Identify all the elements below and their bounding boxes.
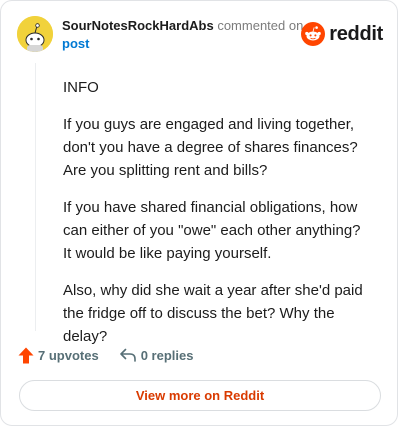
comment-card: SourNotesRockHardAbs commented on post r… xyxy=(0,0,398,426)
comment-paragraph: Also, why did she wait a year after she'… xyxy=(63,282,363,345)
upvote-arrow-icon xyxy=(18,347,34,363)
author-username[interactable]: SourNotesRockHardAbs xyxy=(62,18,214,33)
upvote-count: 7 upvotes xyxy=(38,347,99,363)
comment-meta: SourNotesRockHardAbs commented on post xyxy=(62,17,303,53)
reply-button[interactable]: 0 replies xyxy=(119,347,194,363)
post-link[interactable]: post xyxy=(62,35,303,53)
reddit-brand[interactable]: reddit xyxy=(301,20,383,48)
reddit-logo-icon xyxy=(301,22,326,46)
snoo-avatar-icon[interactable] xyxy=(17,16,53,52)
comment-paragraph: INFO xyxy=(63,79,99,96)
comment-actions: 7 upvotes 0 replies xyxy=(18,345,213,365)
reply-arrow-icon xyxy=(119,348,136,362)
comment-paragraph: If you have shared financial obligations… xyxy=(63,199,361,262)
commented-on-text: commented on xyxy=(217,18,304,33)
reply-count: 0 replies xyxy=(140,347,194,363)
comment-paragraph: If you guys are engaged and living toget… xyxy=(63,116,358,179)
reddit-wordmark: reddit xyxy=(329,22,383,45)
comment-header: SourNotesRockHardAbs commented on post r… xyxy=(17,14,383,54)
thread-line xyxy=(35,63,36,331)
upvote-button[interactable]: 7 upvotes xyxy=(18,347,99,364)
comment-body: INFO If you guys are engaged and living … xyxy=(63,76,371,362)
view-more-on-reddit-button[interactable]: View more on Reddit xyxy=(19,380,381,411)
